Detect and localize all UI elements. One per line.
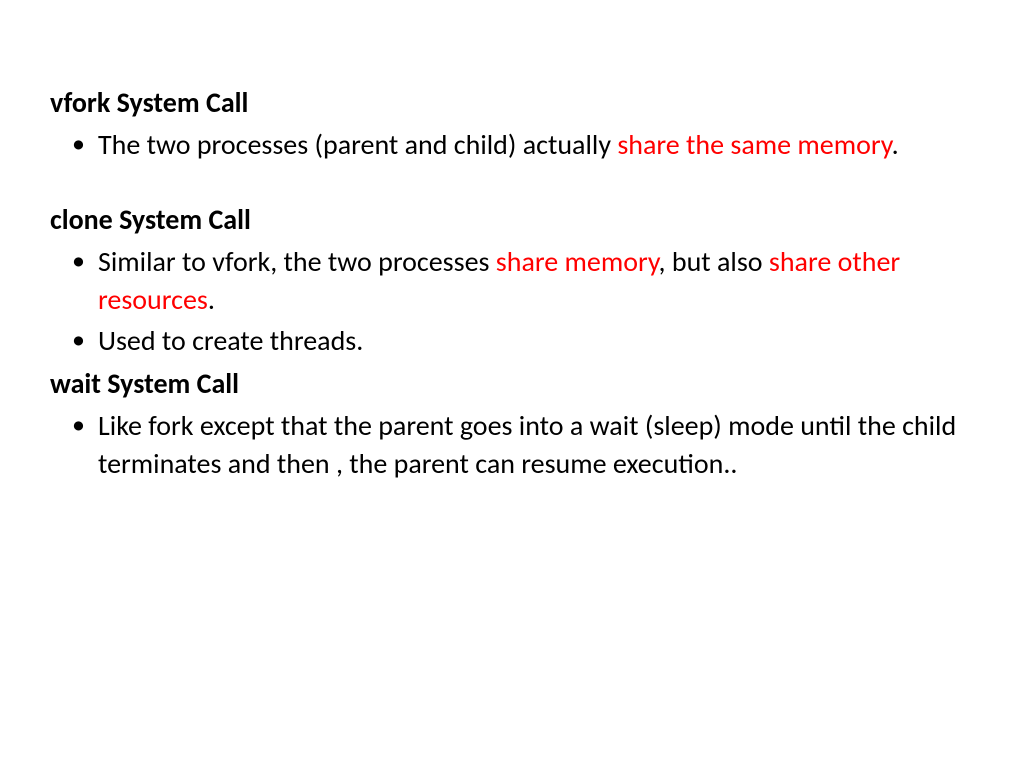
list-item: Like fork except that the parent goes in… — [50, 407, 974, 483]
list-item: The two processes (parent and child) act… — [50, 126, 974, 164]
heading-wait: wait System Call — [50, 366, 974, 401]
bullet-text-suffix: . — [892, 127, 899, 162]
heading-vfork: vfork System Call — [50, 85, 974, 120]
list-clone: Similar to vfork, the two processes shar… — [50, 243, 974, 360]
bullet-text-prefix: Similar to vfork, the two processes — [98, 244, 496, 279]
bullet-text-highlight: share memory — [496, 244, 659, 279]
heading-clone: clone System Call — [50, 202, 974, 237]
bullet-text-highlight: share the same memory — [617, 127, 891, 162]
list-wait: Like fork except that the parent goes in… — [50, 407, 974, 483]
list-vfork: The two processes (parent and child) act… — [50, 126, 974, 164]
bullet-text-prefix: The two processes (parent and child) act… — [98, 127, 617, 162]
list-item: Used to create threads. — [50, 322, 974, 360]
bullet-text-suffix: . — [208, 282, 215, 317]
list-item: Similar to vfork, the two processes shar… — [50, 243, 974, 319]
bullet-text-middle: , but also — [659, 244, 769, 279]
